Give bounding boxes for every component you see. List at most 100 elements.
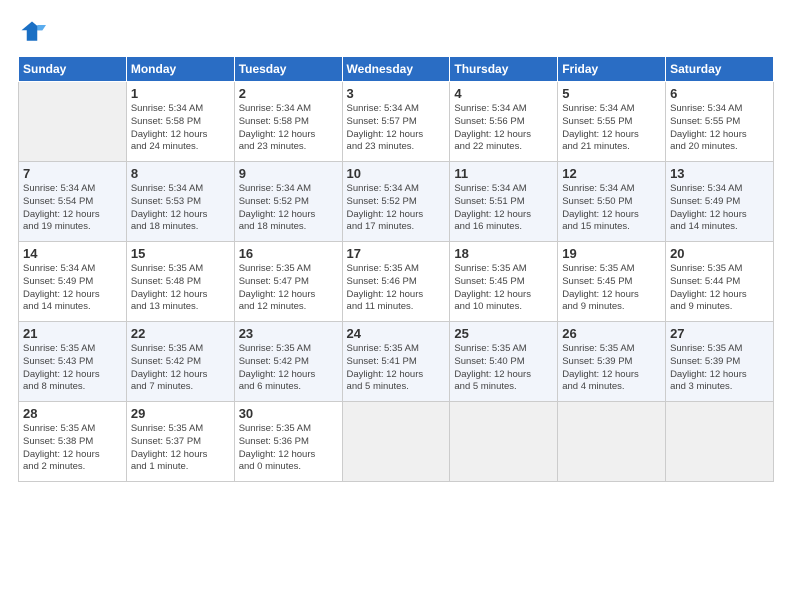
day-number: 14 bbox=[23, 246, 122, 261]
calendar-cell: 28 Sunrise: 5:35 AM Sunset: 5:38 PM Dayli… bbox=[19, 402, 127, 482]
cell-info: Sunrise: 5:35 AM Sunset: 5:39 PM Dayligh… bbox=[670, 343, 769, 394]
cell-info: Sunrise: 5:34 AM Sunset: 5:58 PM Dayligh… bbox=[239, 103, 338, 154]
calendar-cell bbox=[450, 402, 558, 482]
cell-info: Sunrise: 5:35 AM Sunset: 5:42 PM Dayligh… bbox=[131, 343, 230, 394]
cell-info: Sunrise: 5:35 AM Sunset: 5:43 PM Dayligh… bbox=[23, 343, 122, 394]
cell-info: Sunrise: 5:34 AM Sunset: 5:55 PM Dayligh… bbox=[670, 103, 769, 154]
calendar-cell: 19 Sunrise: 5:35 AM Sunset: 5:45 PM Dayli… bbox=[558, 242, 666, 322]
day-number: 11 bbox=[454, 166, 553, 181]
day-number: 25 bbox=[454, 326, 553, 341]
day-number: 26 bbox=[562, 326, 661, 341]
calendar-cell: 26 Sunrise: 5:35 AM Sunset: 5:39 PM Dayli… bbox=[558, 322, 666, 402]
cell-info: Sunrise: 5:34 AM Sunset: 5:49 PM Dayligh… bbox=[670, 183, 769, 234]
day-number: 7 bbox=[23, 166, 122, 181]
cell-info: Sunrise: 5:34 AM Sunset: 5:57 PM Dayligh… bbox=[347, 103, 446, 154]
calendar-cell: 24 Sunrise: 5:35 AM Sunset: 5:41 PM Dayli… bbox=[342, 322, 450, 402]
cell-info: Sunrise: 5:34 AM Sunset: 5:56 PM Dayligh… bbox=[454, 103, 553, 154]
weekday-header-tuesday: Tuesday bbox=[234, 57, 342, 82]
calendar-cell: 21 Sunrise: 5:35 AM Sunset: 5:43 PM Dayli… bbox=[19, 322, 127, 402]
week-row-1: 1Sunrise: 5:34 AM Sunset: 5:58 PM Daylig… bbox=[19, 82, 774, 162]
cell-info: Sunrise: 5:34 AM Sunset: 5:49 PM Dayligh… bbox=[23, 263, 122, 314]
calendar-cell: 16Sunrise: 5:35 AM Sunset: 5:47 PM Dayli… bbox=[234, 242, 342, 322]
calendar-cell: 23 Sunrise: 5:35 AM Sunset: 5:42 PM Dayli… bbox=[234, 322, 342, 402]
cell-info: Sunrise: 5:35 AM Sunset: 5:36 PM Dayligh… bbox=[239, 423, 338, 474]
day-number: 4 bbox=[454, 86, 553, 101]
calendar-cell: 20 Sunrise: 5:35 AM Sunset: 5:44 PM Dayli… bbox=[666, 242, 774, 322]
calendar-cell: 18 Sunrise: 5:35 AM Sunset: 5:45 PM Dayli… bbox=[450, 242, 558, 322]
calendar-table: SundayMondayTuesdayWednesdayThursdayFrid… bbox=[18, 56, 774, 482]
cell-info: Sunrise: 5:35 AM Sunset: 5:38 PM Dayligh… bbox=[23, 423, 122, 474]
calendar-cell: 5 Sunrise: 5:34 AM Sunset: 5:55 PM Daylig… bbox=[558, 82, 666, 162]
day-number: 3 bbox=[347, 86, 446, 101]
day-number: 24 bbox=[347, 326, 446, 341]
day-number: 8 bbox=[131, 166, 230, 181]
cell-info: Sunrise: 5:35 AM Sunset: 5:37 PM Dayligh… bbox=[131, 423, 230, 474]
calendar-cell: 30Sunrise: 5:35 AM Sunset: 5:36 PM Dayli… bbox=[234, 402, 342, 482]
day-number: 20 bbox=[670, 246, 769, 261]
day-number: 6 bbox=[670, 86, 769, 101]
day-number: 5 bbox=[562, 86, 661, 101]
cell-info: Sunrise: 5:35 AM Sunset: 5:42 PM Dayligh… bbox=[239, 343, 338, 394]
day-number: 15 bbox=[131, 246, 230, 261]
day-number: 13 bbox=[670, 166, 769, 181]
calendar-cell: 8 Sunrise: 5:34 AM Sunset: 5:53 PM Daylig… bbox=[126, 162, 234, 242]
day-number: 18 bbox=[454, 246, 553, 261]
calendar-cell bbox=[342, 402, 450, 482]
cell-info: Sunrise: 5:35 AM Sunset: 5:45 PM Dayligh… bbox=[562, 263, 661, 314]
weekday-header-thursday: Thursday bbox=[450, 57, 558, 82]
day-number: 9 bbox=[239, 166, 338, 181]
day-number: 21 bbox=[23, 326, 122, 341]
logo-icon bbox=[18, 18, 46, 46]
cell-info: Sunrise: 5:35 AM Sunset: 5:39 PM Dayligh… bbox=[562, 343, 661, 394]
calendar-cell: 7 Sunrise: 5:34 AM Sunset: 5:54 PM Daylig… bbox=[19, 162, 127, 242]
cell-info: Sunrise: 5:34 AM Sunset: 5:58 PM Dayligh… bbox=[131, 103, 230, 154]
calendar-cell: 15 Sunrise: 5:35 AM Sunset: 5:48 PM Dayli… bbox=[126, 242, 234, 322]
cell-info: Sunrise: 5:35 AM Sunset: 5:48 PM Dayligh… bbox=[131, 263, 230, 314]
cell-info: Sunrise: 5:34 AM Sunset: 5:51 PM Dayligh… bbox=[454, 183, 553, 234]
week-row-4: 21 Sunrise: 5:35 AM Sunset: 5:43 PM Dayli… bbox=[19, 322, 774, 402]
calendar-cell: 9 Sunrise: 5:34 AM Sunset: 5:52 PM Daylig… bbox=[234, 162, 342, 242]
calendar-cell: 13 Sunrise: 5:34 AM Sunset: 5:49 PM Dayli… bbox=[666, 162, 774, 242]
logo bbox=[18, 18, 50, 46]
calendar-cell bbox=[666, 402, 774, 482]
calendar-cell: 4 Sunrise: 5:34 AM Sunset: 5:56 PM Daylig… bbox=[450, 82, 558, 162]
cell-info: Sunrise: 5:35 AM Sunset: 5:47 PM Dayligh… bbox=[239, 263, 338, 314]
day-number: 2 bbox=[239, 86, 338, 101]
day-number: 22 bbox=[131, 326, 230, 341]
calendar-cell: 6 Sunrise: 5:34 AM Sunset: 5:55 PM Daylig… bbox=[666, 82, 774, 162]
weekday-header-row: SundayMondayTuesdayWednesdayThursdayFrid… bbox=[19, 57, 774, 82]
day-number: 23 bbox=[239, 326, 338, 341]
calendar-cell: 1Sunrise: 5:34 AM Sunset: 5:58 PM Daylig… bbox=[126, 82, 234, 162]
calendar-cell: 17Sunrise: 5:35 AM Sunset: 5:46 PM Dayli… bbox=[342, 242, 450, 322]
day-number: 12 bbox=[562, 166, 661, 181]
weekday-header-friday: Friday bbox=[558, 57, 666, 82]
cell-info: Sunrise: 5:34 AM Sunset: 5:52 PM Dayligh… bbox=[239, 183, 338, 234]
cell-info: Sunrise: 5:34 AM Sunset: 5:55 PM Dayligh… bbox=[562, 103, 661, 154]
calendar-cell: 25Sunrise: 5:35 AM Sunset: 5:40 PM Dayli… bbox=[450, 322, 558, 402]
cell-info: Sunrise: 5:35 AM Sunset: 5:41 PM Dayligh… bbox=[347, 343, 446, 394]
calendar-cell: 12 Sunrise: 5:34 AM Sunset: 5:50 PM Dayli… bbox=[558, 162, 666, 242]
calendar-cell: 11 Sunrise: 5:34 AM Sunset: 5:51 PM Dayli… bbox=[450, 162, 558, 242]
cell-info: Sunrise: 5:34 AM Sunset: 5:52 PM Dayligh… bbox=[347, 183, 446, 234]
day-number: 19 bbox=[562, 246, 661, 261]
cell-info: Sunrise: 5:34 AM Sunset: 5:50 PM Dayligh… bbox=[562, 183, 661, 234]
calendar-cell bbox=[558, 402, 666, 482]
day-number: 29 bbox=[131, 406, 230, 421]
cell-info: Sunrise: 5:34 AM Sunset: 5:54 PM Dayligh… bbox=[23, 183, 122, 234]
weekday-header-saturday: Saturday bbox=[666, 57, 774, 82]
cell-info: Sunrise: 5:35 AM Sunset: 5:45 PM Dayligh… bbox=[454, 263, 553, 314]
day-number: 28 bbox=[23, 406, 122, 421]
cell-info: Sunrise: 5:34 AM Sunset: 5:53 PM Dayligh… bbox=[131, 183, 230, 234]
calendar-cell: 14 Sunrise: 5:34 AM Sunset: 5:49 PM Dayli… bbox=[19, 242, 127, 322]
calendar-cell: 2 Sunrise: 5:34 AM Sunset: 5:58 PM Daylig… bbox=[234, 82, 342, 162]
cell-info: Sunrise: 5:35 AM Sunset: 5:44 PM Dayligh… bbox=[670, 263, 769, 314]
week-row-2: 7 Sunrise: 5:34 AM Sunset: 5:54 PM Daylig… bbox=[19, 162, 774, 242]
calendar-cell: 3 Sunrise: 5:34 AM Sunset: 5:57 PM Daylig… bbox=[342, 82, 450, 162]
calendar-cell bbox=[19, 82, 127, 162]
week-row-3: 14 Sunrise: 5:34 AM Sunset: 5:49 PM Dayli… bbox=[19, 242, 774, 322]
weekday-header-wednesday: Wednesday bbox=[342, 57, 450, 82]
calendar-cell: 10Sunrise: 5:34 AM Sunset: 5:52 PM Dayli… bbox=[342, 162, 450, 242]
calendar-page: SundayMondayTuesdayWednesdayThursdayFrid… bbox=[0, 0, 792, 612]
calendar-cell: 27Sunrise: 5:35 AM Sunset: 5:39 PM Dayli… bbox=[666, 322, 774, 402]
weekday-header-monday: Monday bbox=[126, 57, 234, 82]
